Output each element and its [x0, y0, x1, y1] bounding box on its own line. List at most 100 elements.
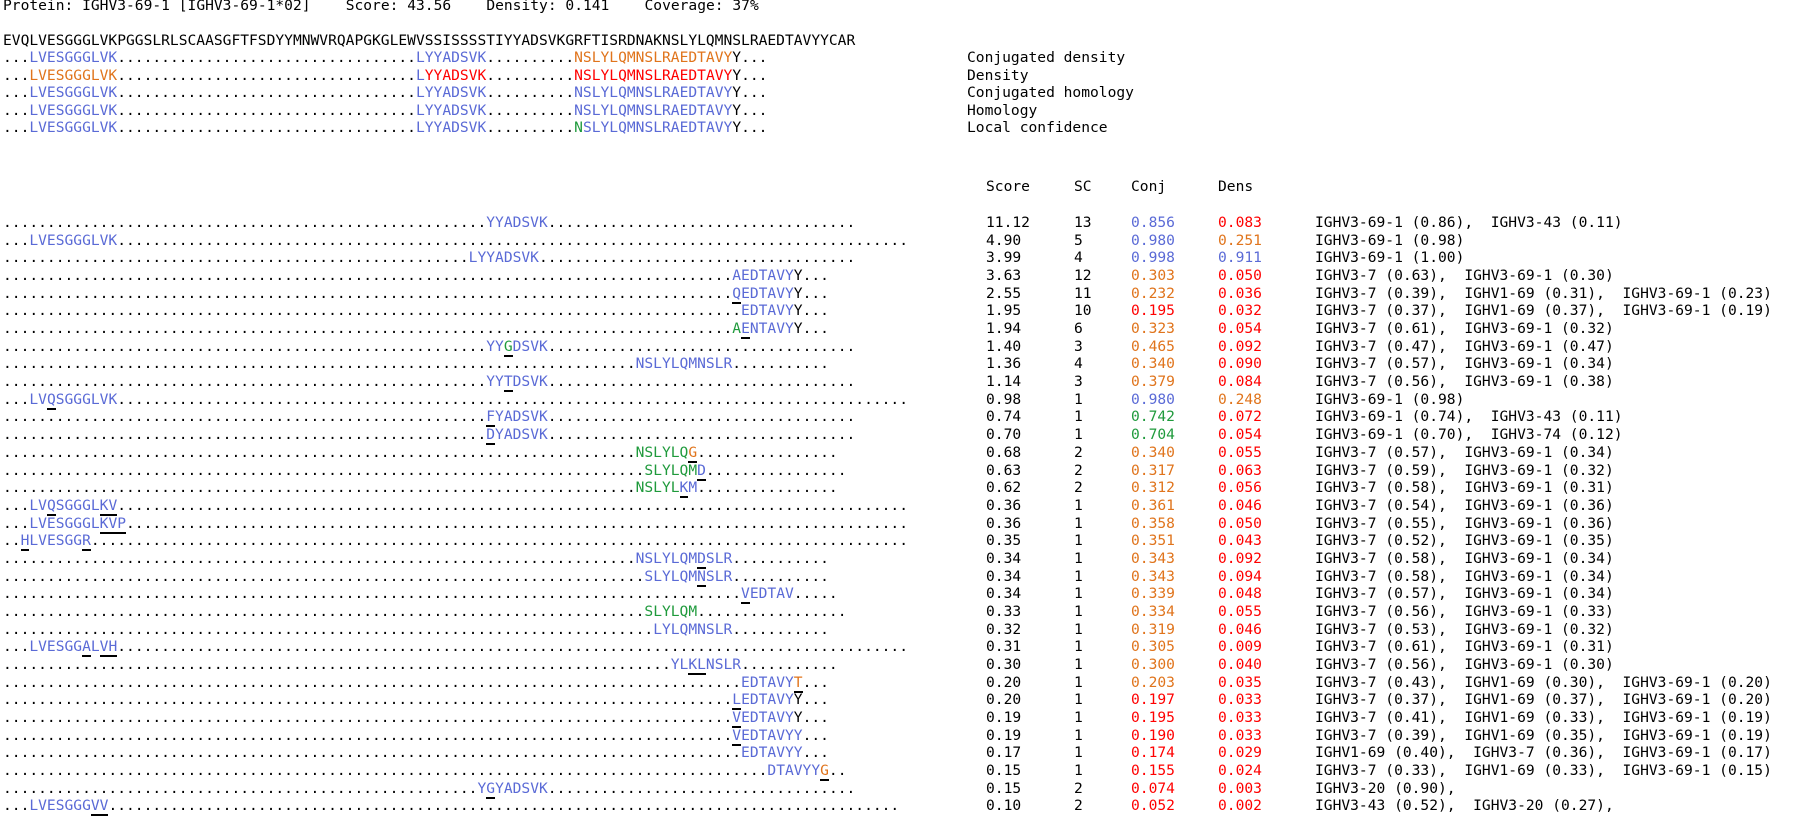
residue-segment: ........................................…	[126, 514, 908, 532]
peptide-score: 0.10	[986, 797, 1022, 815]
residue-segment: LYYADSVK	[415, 49, 487, 66]
peptide-dens: 0.046	[1218, 496, 1262, 514]
residue-segment: YY	[486, 373, 504, 391]
residue-segment: ........................................…	[3, 302, 742, 320]
peptide-matches: IGHV3-7 (0.61), IGHV3-69-1 (0.31)	[1315, 638, 1614, 656]
residue-segment: ...	[3, 496, 30, 514]
peptide-matches: IGHV3-7 (0.53), IGHV3-69-1 (0.32)	[1315, 620, 1614, 638]
peptide-dens: 0.035	[1218, 673, 1262, 691]
peptide-matches: IGHV3-20 (0.90),	[1315, 779, 1456, 797]
residue-segment: NSLYLQMNSLRAEDTAVY	[574, 66, 733, 84]
peptide-score: 4.90	[986, 231, 1022, 249]
peptide-matches: IGHV3-69-1 (1.00)	[1315, 249, 1465, 267]
peptide-matches: IGHV3-7 (0.61), IGHV3-69-1 (0.32)	[1315, 320, 1614, 338]
residue-segment: ...........	[732, 549, 829, 567]
residue-segment: ........................................…	[117, 390, 909, 408]
peptide-track: ...LVESGGGLVK...........................…	[3, 232, 908, 250]
residue-segment: LYYADSVK	[415, 101, 487, 119]
peptide-track: ........................................…	[3, 656, 838, 675]
peptide-score: 0.34	[986, 585, 1022, 603]
residue-segment: LYYADSVK	[415, 119, 487, 136]
residue-segment: YADSVK	[495, 426, 548, 444]
residue-segment: ...................................	[547, 779, 856, 797]
residue-segment: ........................................…	[3, 214, 487, 231]
peptide-dens: 0.094	[1218, 567, 1262, 585]
peptide-sc: 1	[1074, 709, 1083, 727]
residue-segment: ...	[802, 726, 829, 744]
peptide-dens: 0.033	[1218, 691, 1262, 709]
peptide-conj: 0.190	[1131, 726, 1175, 744]
coverage-label: Coverage:	[644, 0, 724, 14]
mutated-residue: F	[486, 408, 496, 428]
peptide-dens: 0.048	[1218, 585, 1262, 603]
residue-segment: ........................................…	[3, 337, 487, 355]
residue-segment: ........................................…	[3, 691, 733, 709]
peptide-score: 0.33	[986, 602, 1022, 620]
peptide-sc: 2	[1074, 779, 1083, 797]
peptide-track: ........................................…	[3, 408, 855, 428]
peptide-track: ........................................…	[3, 302, 829, 320]
peptide-matches: IGHV3-7 (0.56), IGHV3-69-1 (0.30)	[1315, 656, 1614, 673]
peptide-score: 3.99	[986, 249, 1022, 267]
peptide-score: 0.34	[986, 549, 1022, 567]
residue-segment: Y...	[793, 284, 829, 302]
peptide-sc: 1	[1074, 638, 1083, 656]
residue-segment: DTAVYY	[767, 762, 821, 780]
residue-segment: ................	[697, 443, 838, 461]
residue-segment: Y...	[793, 691, 829, 709]
peptide-sc: 1	[1074, 762, 1083, 780]
residue-segment: EDTAVYY	[741, 744, 803, 762]
residue-segment: ..................................	[117, 119, 416, 136]
mutated-residue: D	[697, 549, 706, 569]
residue-segment: EDTAV	[749, 585, 794, 603]
mutated-residue: KVP	[99, 514, 127, 534]
residue-segment: ...	[3, 49, 30, 66]
residue-segment: ........................................…	[3, 320, 733, 338]
residue-segment: ..................................	[117, 66, 416, 84]
peptide-conj: 0.465	[1131, 337, 1175, 355]
peptide-sc: 1	[1074, 390, 1083, 408]
residue-segment: ........................................…	[90, 532, 909, 550]
peptide-matches: IGHV3-69-1 (0.74), IGHV3-43 (0.11)	[1315, 408, 1623, 426]
residue-segment: ........................................…	[3, 249, 469, 267]
peptide-sc: 1	[1074, 532, 1083, 550]
mutated-residue: R	[82, 532, 91, 552]
residue-segment: AEDTAVY	[732, 267, 794, 285]
residue-segment: .................	[697, 602, 847, 620]
peptide-dens: 0.040	[1218, 656, 1262, 673]
peptide-sc: 13	[1074, 214, 1092, 231]
residue-segment: ........................................…	[117, 231, 908, 249]
peptide-score: 0.19	[986, 709, 1022, 727]
residue-segment: LVESGGGLVK	[29, 66, 118, 84]
residue-segment: YL	[670, 656, 689, 673]
peptide-dens: 0.033	[1218, 726, 1262, 744]
peptide-track: ........................................…	[3, 461, 847, 481]
residue-segment: ................	[697, 479, 838, 497]
peptide-score: 0.30	[986, 656, 1022, 673]
peptide-sc: 1	[1074, 744, 1083, 762]
residue-segment: SGGGL	[55, 496, 100, 514]
peptide-dens: 0.055	[1218, 602, 1262, 620]
peptide-matches: IGHV3-69-1 (0.70), IGHV3-74 (0.12)	[1315, 426, 1623, 444]
mutated-residue: G	[503, 337, 513, 357]
residue-segment: ........................................…	[3, 744, 742, 762]
method-track: ...LVESGGGLVK...........................…	[3, 49, 767, 67]
residue-segment: EDTAVY	[741, 284, 794, 302]
peptide-sc: 1	[1074, 549, 1083, 567]
peptide-sc: 11	[1074, 284, 1092, 302]
residue-segment: LVESGGGLVK	[29, 49, 118, 66]
peptide-matches: IGHV1-69 (0.40), IGHV3-7 (0.36), IGHV3-6…	[1315, 744, 1772, 762]
report-header: Protein: IGHV3-69-1 [IGHV3-69-1*02] Scor…	[3, 0, 759, 15]
residue-segment: ...	[3, 101, 30, 119]
residue-segment: ........................................…	[3, 461, 645, 479]
peptide-track: ...LVESGGGLKVP..........................…	[3, 514, 908, 534]
mutated-residue: Q	[46, 496, 56, 516]
protein-label: Protein:	[3, 0, 74, 14]
residue-segment: ........................................…	[3, 267, 733, 285]
mutated-residue: D	[697, 461, 706, 481]
residue-segment: LYLQMNSLR	[653, 620, 733, 638]
peptide-matches: IGHV3-69-1 (0.86), IGHV3-43 (0.11)	[1315, 214, 1623, 231]
peptide-track: ........................................…	[3, 603, 847, 621]
peptide-dens: 0.032	[1218, 302, 1262, 320]
residue-segment: LVESGGGLVK	[29, 101, 118, 119]
